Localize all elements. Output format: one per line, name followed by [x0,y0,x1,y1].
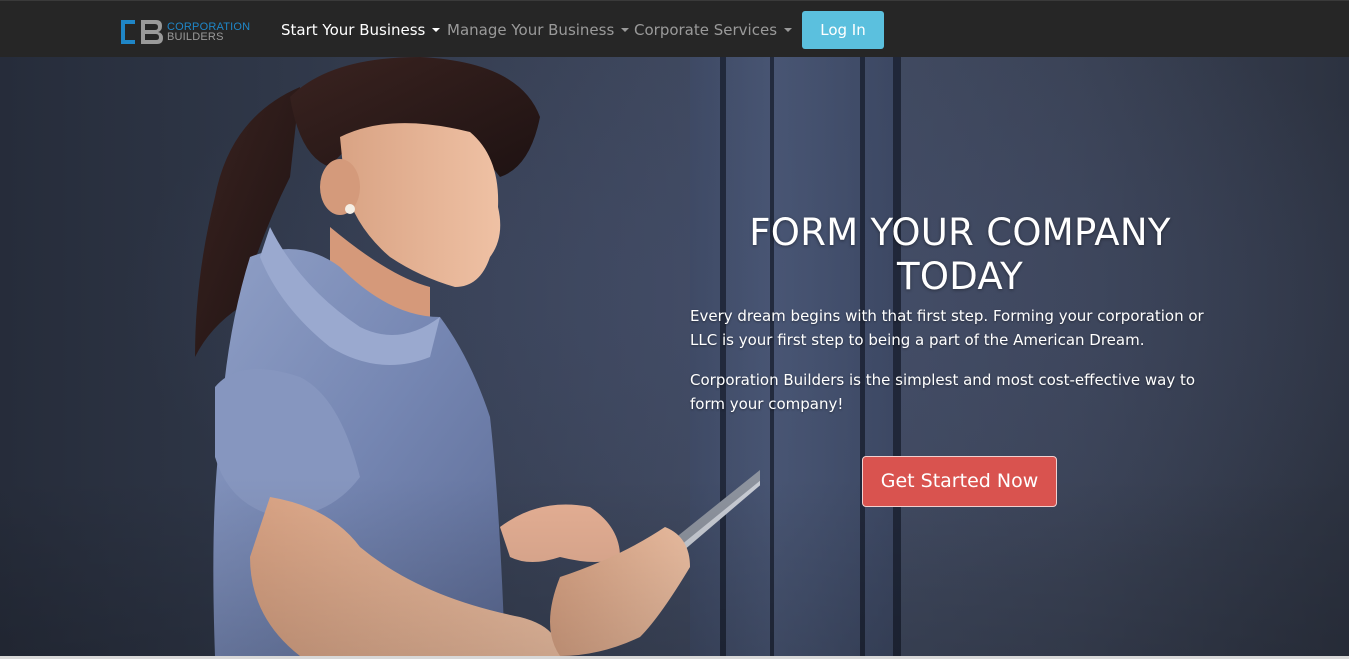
login-button[interactable]: Log In [802,11,884,49]
corporation-builders-logo[interactable]: CORPORATION BUILDERS [119,19,250,45]
logo-line2: BUILDERS [167,31,224,43]
hero-title: FORM YOUR COMPANY TODAY [749,211,1171,298]
top-navbar: CORPORATION BUILDERS Start Your Business… [0,0,1349,57]
hero-paragraph-2: Corporation Builders is the simplest and… [690,371,1196,413]
hero-overlay [0,57,1349,656]
chevron-down-icon [621,27,630,32]
nav-corporate-services-label: Corporate Services [634,21,778,39]
logo-text: CORPORATION BUILDERS [167,22,250,43]
hero-paragraph-1: Every dream begins with that first step.… [690,307,1204,349]
nav-manage-your-business-label: Manage Your Business [447,21,615,39]
hero-section: FORM YOUR COMPANY TODAY Every dream begi… [0,57,1349,656]
cb-logo-icon [121,20,163,44]
nav-manage-your-business[interactable]: Manage Your Business [447,20,630,40]
get-started-button[interactable]: Get Started Now [862,456,1057,507]
chevron-down-icon [432,27,441,32]
chevron-down-icon [784,27,793,32]
nav-corporate-services[interactable]: Corporate Services [634,20,793,40]
nav-start-your-business[interactable]: Start Your Business [281,20,441,40]
nav-start-your-business-label: Start Your Business [281,21,426,39]
